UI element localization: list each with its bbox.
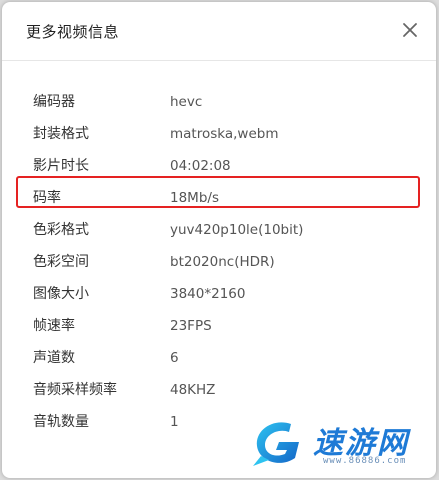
info-label: 声道数 [33,350,75,366]
close-icon [403,23,417,37]
info-row-sample-rate: 音频采样频率 48KHZ [2,374,436,406]
info-row-codec: 编码器 hevc [2,86,436,118]
info-value: 23FPS [170,318,212,334]
info-row-color-space: 色彩空间 bt2020nc(HDR) [2,246,436,278]
info-row-frame-rate: 帧速率 23FPS [2,310,436,342]
info-row-container: 封装格式 matroska,webm [2,118,436,150]
info-label: 编码器 [33,94,75,110]
info-label: 色彩空间 [33,254,89,270]
video-info-dialog: 更多视频信息 编码器 hevc 封装格式 matroska,webm 影片时长 … [2,2,436,478]
watermark-url: www.86886.com [323,456,407,466]
info-row-color-format: 色彩格式 yuv420p10le(10bit) [2,214,436,246]
info-value: 1 [170,414,179,430]
info-label: 音频采样频率 [33,382,117,398]
info-label: 封装格式 [33,126,89,142]
info-row-duration: 影片时长 04:02:08 [2,150,436,182]
close-button[interactable] [400,20,420,40]
info-value: 48KHZ [170,382,216,398]
dialog-title: 更多视频信息 [26,23,120,41]
info-label: 码率 [33,190,61,206]
info-row-resolution: 图像大小 3840*2160 [2,278,436,310]
info-label: 音轨数量 [33,414,89,430]
info-label: 图像大小 [33,286,89,302]
info-value: 04:02:08 [170,158,231,174]
info-row-channels: 声道数 6 [2,342,436,374]
info-label: 帧速率 [33,318,75,334]
info-value: bt2020nc(HDR) [170,254,275,270]
info-value: matroska,webm [170,126,279,142]
info-list: 编码器 hevc 封装格式 matroska,webm 影片时长 04:02:0… [2,86,436,438]
info-value: 6 [170,350,179,366]
info-value: 18Mb/s [170,190,219,206]
info-value: 3840*2160 [170,286,246,302]
g-logo-icon [253,422,299,466]
info-value: yuv420p10le(10bit) [170,222,304,238]
info-row-bitrate: 码率 18Mb/s [2,182,436,214]
dialog-header: 更多视频信息 [2,2,436,61]
watermark: 速游网 www.86886.com [251,412,431,474]
info-value: hevc [170,94,203,110]
info-label: 影片时长 [33,158,89,174]
info-label: 色彩格式 [33,222,89,238]
